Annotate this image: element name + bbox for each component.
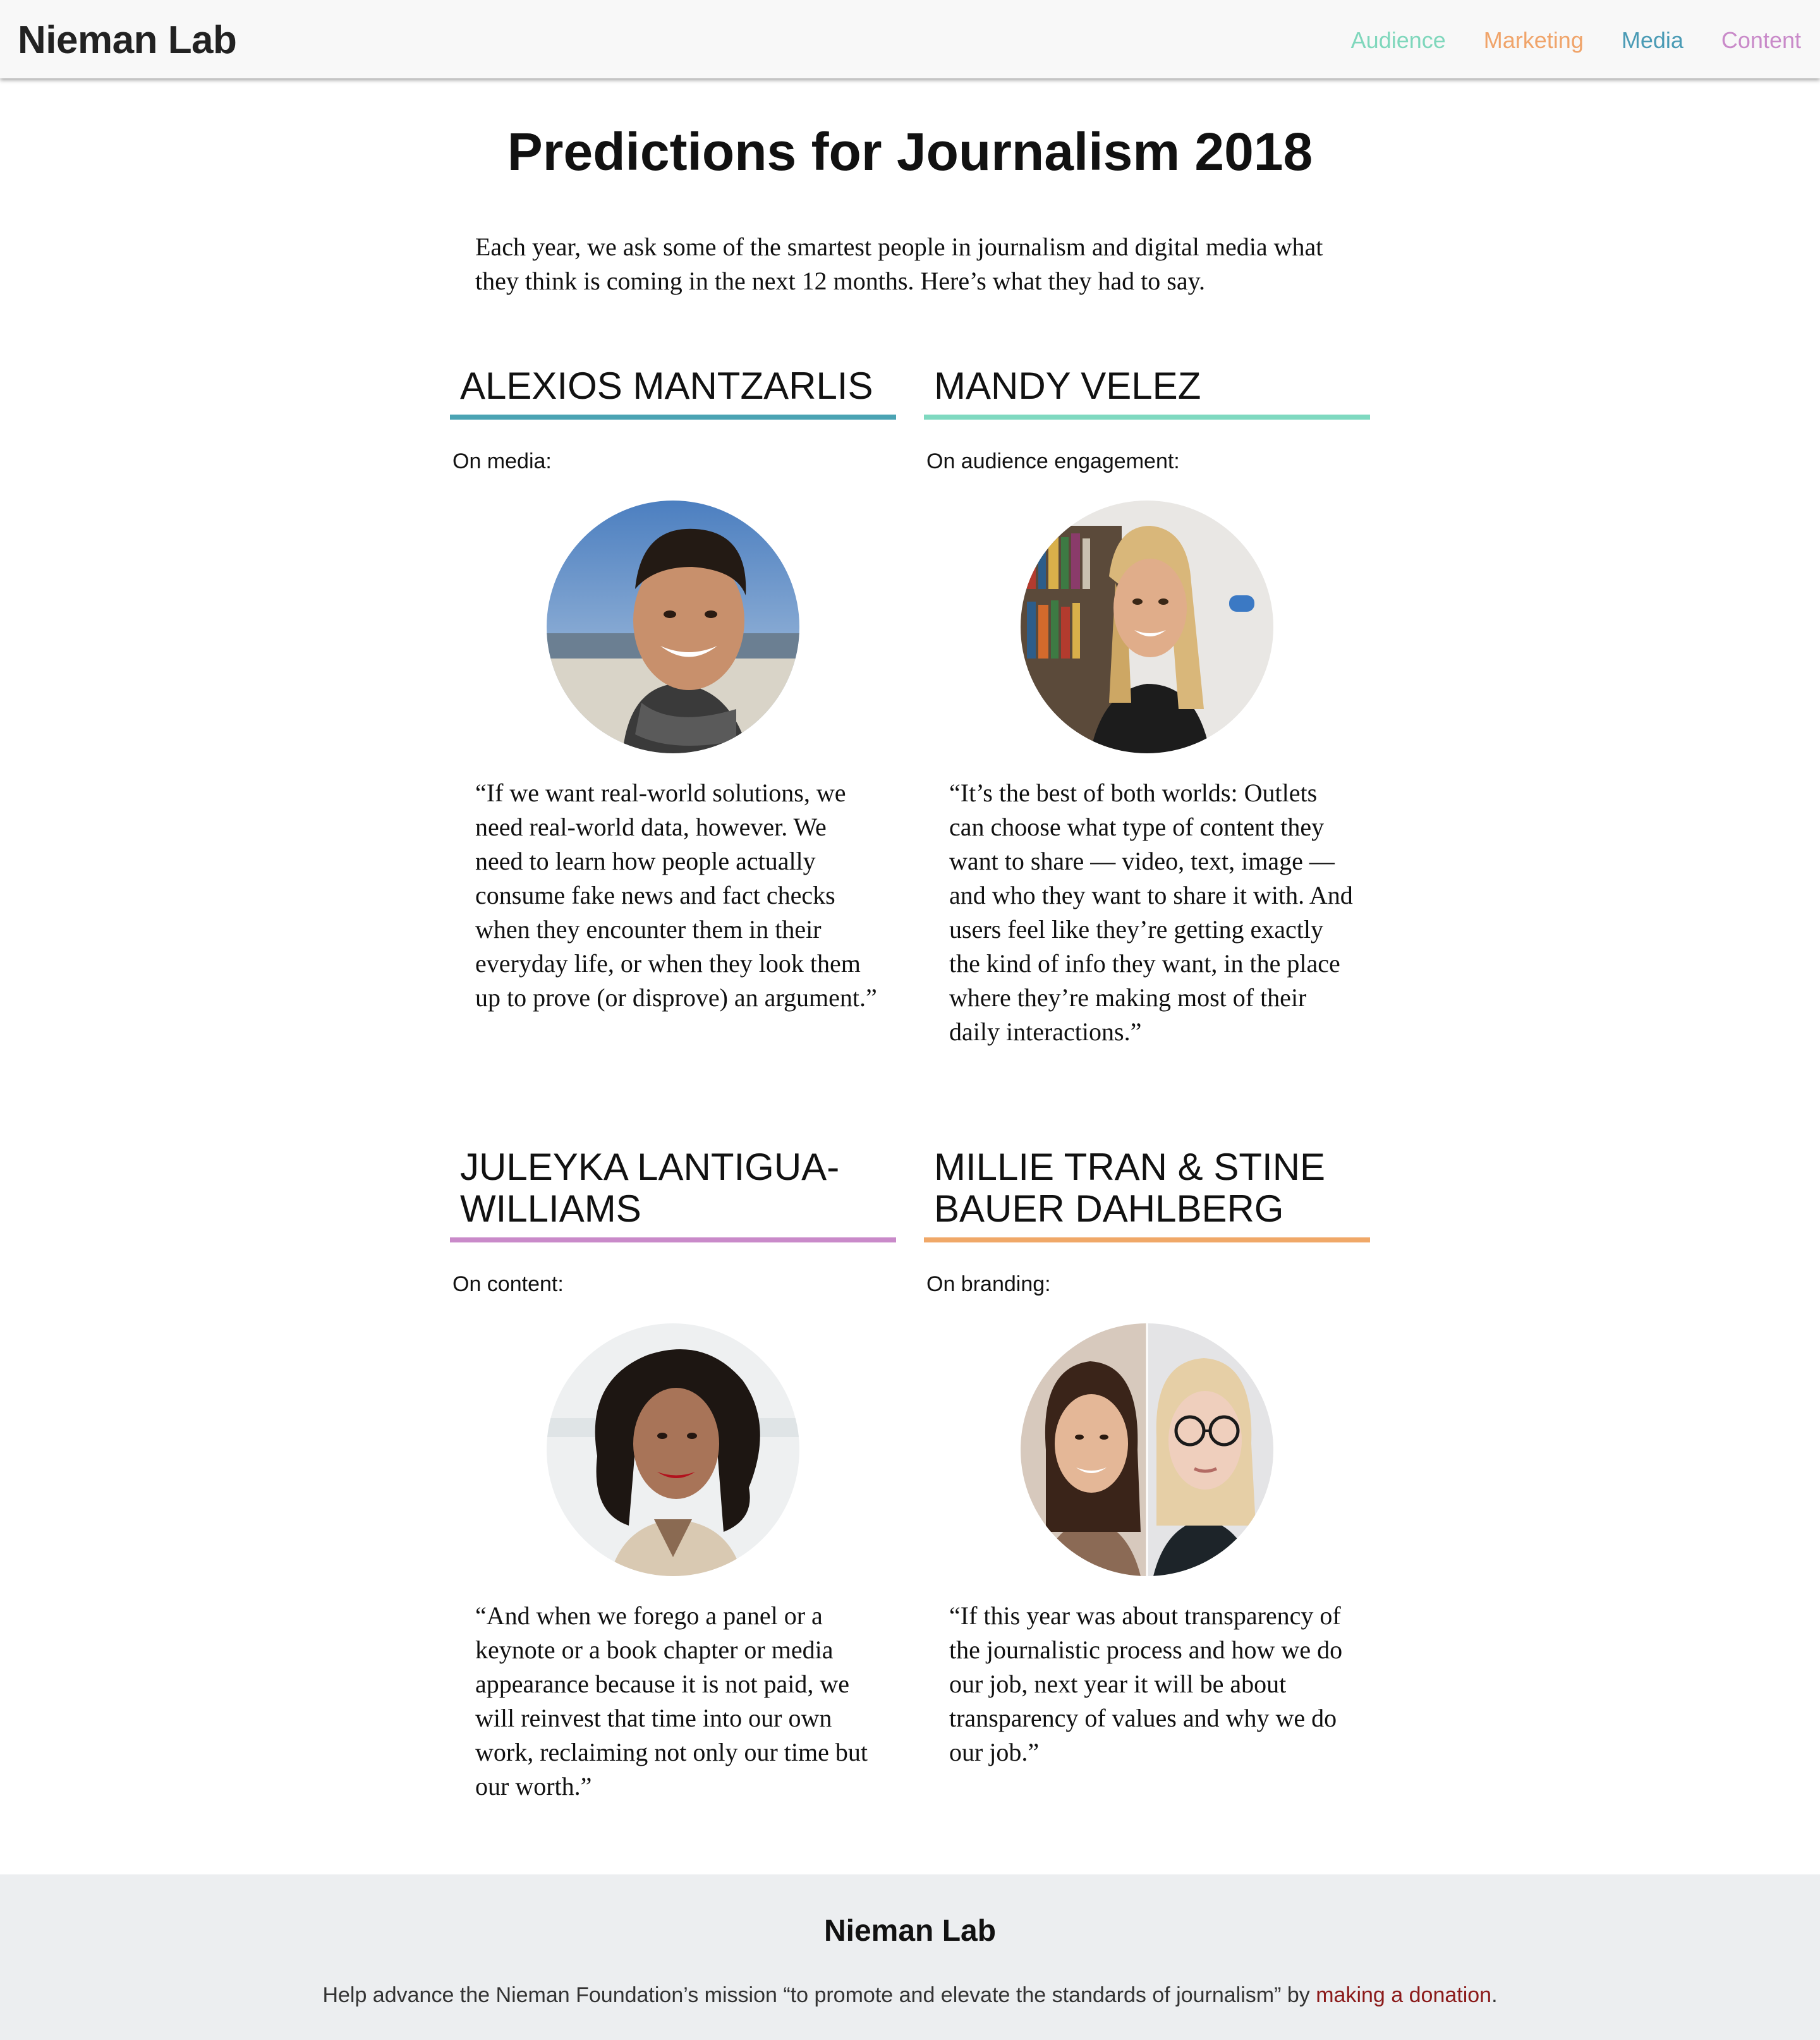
main-nav: Audience Marketing Media Content [1351, 23, 1801, 58]
nav-link-marketing[interactable]: Marketing [1484, 23, 1584, 58]
author-portrait [547, 501, 799, 753]
author-name[interactable]: Millie Tran & Stine Bauer Dahlberg [924, 1146, 1370, 1230]
author-portrait [547, 1323, 799, 1576]
prediction-card: Alexios Mantzarlis On media: “If we want… [450, 365, 896, 1015]
accent-rule [924, 415, 1370, 420]
accent-rule [450, 1237, 896, 1242]
nav-link-audience[interactable]: Audience [1351, 23, 1446, 58]
author-portrait [1021, 501, 1273, 753]
site-logo-link[interactable]: Nieman Lab [18, 15, 237, 66]
topic-label: On content: [452, 1272, 564, 1296]
donation-link[interactable]: making a donation [1316, 1983, 1491, 2007]
topic-label: On media: [452, 449, 552, 473]
topic-label: On branding: [926, 1272, 1051, 1296]
page-title: Predictions for Journalism 2018 [507, 122, 1313, 181]
intro-paragraph: Each year, we ask some of the smartest p… [475, 233, 1323, 295]
prediction-quote: “It’s the best of both worlds: Outlets c… [949, 779, 1353, 1046]
footer-mission-text: Help advance the Nieman Foundation’s mis… [0, 1981, 1820, 2010]
footer-brand: Nieman Lab [823, 1914, 997, 1948]
footer-mission-statement: Help advance the Nieman Foundation’s mis… [322, 1983, 1316, 2007]
author-name[interactable]: Mandy Velez [924, 365, 1370, 407]
accent-rule [450, 415, 896, 420]
site-footer: Nieman Lab Help advance the Nieman Found… [0, 1874, 1820, 2040]
topic-label: On audience engagement: [926, 449, 1180, 473]
author-name[interactable]: Alexios Mantzarlis [450, 365, 896, 407]
nav-link-media[interactable]: Media [1622, 23, 1684, 58]
nav-link-content[interactable]: Content [1721, 23, 1801, 58]
top-navbar: Nieman Lab Audience Marketing Media Cont… [0, 0, 1820, 78]
author-name[interactable]: Juleyka Lantigua-Williams [450, 1146, 896, 1230]
prediction-quote: “And when we forego a panel or a keynote… [475, 1601, 868, 1800]
prediction-card: Millie Tran & Stine Bauer Dahlberg On br… [924, 1146, 1370, 1770]
prediction-quote: “If we want real-world solutions, we nee… [475, 779, 877, 1012]
prediction-quote: “If this year was about transparency of … [949, 1601, 1343, 1766]
author-portrait [1021, 1323, 1273, 1576]
prediction-card: Mandy Velez On audience engagement: [924, 365, 1370, 1049]
prediction-card: Juleyka Lantigua-Williams On content: “A… [450, 1146, 896, 1804]
footer-period: . [1491, 1983, 1498, 2007]
accent-rule [924, 1237, 1370, 1242]
